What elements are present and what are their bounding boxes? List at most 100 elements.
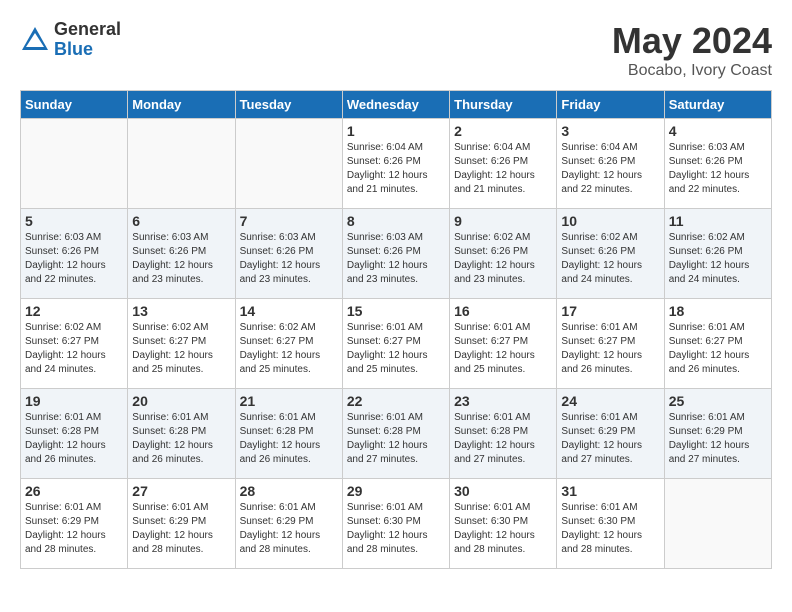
day-number: 7 [240,213,338,229]
month-title: May 2024 [612,20,772,62]
calendar-day-cell: 2 Sunrise: 6:04 AM Sunset: 6:26 PM Daylig… [450,119,557,209]
day-info: Sunrise: 6:01 AM Sunset: 6:30 PM Dayligh… [454,501,552,557]
calendar-week-row: 19 Sunrise: 6:01 AM Sunset: 6:28 PM Dayli… [21,389,772,479]
day-number: 24 [561,393,659,409]
calendar-day-cell: 17 Sunrise: 6:01 AM Sunset: 6:27 PM Dayli… [557,299,664,389]
day-info: Sunrise: 6:04 AM Sunset: 6:26 PM Dayligh… [561,141,659,197]
day-number: 26 [25,483,123,499]
day-info: Sunrise: 6:04 AM Sunset: 6:26 PM Dayligh… [454,141,552,197]
day-number: 30 [454,483,552,499]
day-info: Sunrise: 6:01 AM Sunset: 6:27 PM Dayligh… [561,321,659,377]
day-number: 19 [25,393,123,409]
calendar-day-cell: 26Sunrise: 6:01 AM Sunset: 6:29 PM Dayli… [21,479,128,569]
day-number: 11 [669,213,767,229]
day-number: 14 [240,303,338,319]
weekday-header-row: SundayMondayTuesdayWednesdayThursdayFrid… [21,91,772,119]
calendar-day-cell: 28Sunrise: 6:01 AM Sunset: 6:29 PM Dayli… [235,479,342,569]
day-info: Sunrise: 6:01 AM Sunset: 6:28 PM Dayligh… [240,411,338,467]
calendar-day-cell: 31Sunrise: 6:01 AM Sunset: 6:30 PM Dayli… [557,479,664,569]
day-number: 2 [454,123,552,139]
day-number: 18 [669,303,767,319]
calendar-day-cell: 24 Sunrise: 6:01 AM Sunset: 6:29 PM Dayli… [557,389,664,479]
calendar-week-row: 26 Sunrise: 6:01 AM Sunset: 6:29 PM Dayli… [21,479,772,569]
day-info: Sunrise: 6:03 AM Sunset: 6:26 PM Dayligh… [132,231,230,287]
calendar-day-cell: 18 Sunrise: 6:01 AM Sunset: 6:27 PM Dayli… [664,299,771,389]
day-info: Sunrise: 6:02 AM Sunset: 6:26 PM Dayligh… [669,231,767,287]
day-number: 3 [561,123,659,139]
day-info: Sunrise: 6:01 AM Sunset: 6:28 PM Dayligh… [25,411,123,467]
calendar-day-cell: 11 Sunrise: 6:02 AM Sunset: 6:26 PM Dayli… [664,209,771,299]
calendar-day-cell: 25 Sunrise: 6:01 AM Sunset: 6:29 PM Dayli… [664,389,771,479]
day-number: 6 [132,213,230,229]
calendar-day-cell: 16 Sunrise: 6:01 AM Sunset: 6:27 PM Dayli… [450,299,557,389]
calendar-week-row: 1 Sunrise: 6:04 AM Sunset: 6:26 PM Daylig… [21,119,772,209]
day-number: 1 [347,123,445,139]
day-info: Sunrise: 6:03 AM Sunset: 6:26 PM Dayligh… [347,231,445,287]
logo: General Blue [20,20,121,60]
calendar-day-cell [235,119,342,209]
day-info: Sunrise: 6:02 AM Sunset: 6:27 PM Dayligh… [240,321,338,377]
day-number: 29 [347,483,445,499]
day-number: 25 [669,393,767,409]
day-number: 16 [454,303,552,319]
day-info: Sunrise: 6:01 AM Sunset: 6:28 PM Dayligh… [347,411,445,467]
day-number: 21 [240,393,338,409]
day-number: 5 [25,213,123,229]
day-number: 20 [132,393,230,409]
calendar-day-cell: 23 Sunrise: 6:01 AM Sunset: 6:28 PM Dayli… [450,389,557,479]
calendar-day-cell: 22Sunrise: 6:01 AM Sunset: 6:28 PM Dayli… [342,389,449,479]
weekday-header-thursday: Thursday [450,91,557,119]
day-info: Sunrise: 6:01 AM Sunset: 6:27 PM Dayligh… [669,321,767,377]
calendar-day-cell: 14 Sunrise: 6:02 AM Sunset: 6:27 PM Dayli… [235,299,342,389]
day-info: Sunrise: 6:01 AM Sunset: 6:27 PM Dayligh… [454,321,552,377]
calendar-day-cell: 3 Sunrise: 6:04 AM Sunset: 6:26 PM Daylig… [557,119,664,209]
logo-general-text: General [54,20,121,40]
day-number: 8 [347,213,445,229]
day-info: Sunrise: 6:01 AM Sunset: 6:28 PM Dayligh… [132,411,230,467]
day-number: 23 [454,393,552,409]
calendar-day-cell: 6 Sunrise: 6:03 AM Sunset: 6:26 PM Daylig… [128,209,235,299]
page-header: General Blue May 2024 Bocabo, Ivory Coas… [20,20,772,80]
calendar-week-row: 5 Sunrise: 6:03 AM Sunset: 6:26 PM Daylig… [21,209,772,299]
logo-icon [20,25,50,55]
logo-blue-text: Blue [54,40,121,60]
calendar-day-cell [128,119,235,209]
day-info: Sunrise: 6:01 AM Sunset: 6:30 PM Dayligh… [561,501,659,557]
calendar-day-cell: 30 Sunrise: 6:01 AM Sunset: 6:30 PM Dayli… [450,479,557,569]
calendar-day-cell: 19 Sunrise: 6:01 AM Sunset: 6:28 PM Dayli… [21,389,128,479]
day-number: 9 [454,213,552,229]
day-info: Sunrise: 6:01 AM Sunset: 6:29 PM Dayligh… [669,411,767,467]
weekday-header-wednesday: Wednesday [342,91,449,119]
day-info: Sunrise: 6:02 AM Sunset: 6:27 PM Dayligh… [132,321,230,377]
weekday-header-sunday: Sunday [21,91,128,119]
calendar-day-cell: 9 Sunrise: 6:02 AM Sunset: 6:26 PM Daylig… [450,209,557,299]
calendar-day-cell: 12Sunrise: 6:02 AM Sunset: 6:27 PM Dayli… [21,299,128,389]
calendar-table: SundayMondayTuesdayWednesdayThursdayFrid… [20,90,772,569]
weekday-header-tuesday: Tuesday [235,91,342,119]
calendar-day-cell: 15 Sunrise: 6:01 AM Sunset: 6:27 PM Dayli… [342,299,449,389]
day-info: Sunrise: 6:01 AM Sunset: 6:28 PM Dayligh… [454,411,552,467]
day-info: Sunrise: 6:01 AM Sunset: 6:30 PM Dayligh… [347,501,445,557]
day-info: Sunrise: 6:03 AM Sunset: 6:26 PM Dayligh… [240,231,338,287]
calendar-day-cell: 1 Sunrise: 6:04 AM Sunset: 6:26 PM Daylig… [342,119,449,209]
day-info: Sunrise: 6:01 AM Sunset: 6:29 PM Dayligh… [561,411,659,467]
weekday-header-monday: Monday [128,91,235,119]
day-info: Sunrise: 6:01 AM Sunset: 6:27 PM Dayligh… [347,321,445,377]
calendar-day-cell: 27Sunrise: 6:01 AM Sunset: 6:29 PM Dayli… [128,479,235,569]
day-number: 15 [347,303,445,319]
day-info: Sunrise: 6:02 AM Sunset: 6:26 PM Dayligh… [454,231,552,287]
day-info: Sunrise: 6:03 AM Sunset: 6:26 PM Dayligh… [669,141,767,197]
day-number: 27 [132,483,230,499]
calendar-day-cell [21,119,128,209]
day-info: Sunrise: 6:03 AM Sunset: 6:26 PM Dayligh… [25,231,123,287]
location: Bocabo, Ivory Coast [612,62,772,80]
calendar-day-cell: 20 Sunrise: 6:01 AM Sunset: 6:28 PM Dayli… [128,389,235,479]
day-info: Sunrise: 6:02 AM Sunset: 6:27 PM Dayligh… [25,321,123,377]
day-number: 10 [561,213,659,229]
day-info: Sunrise: 6:04 AM Sunset: 6:26 PM Dayligh… [347,141,445,197]
day-number: 17 [561,303,659,319]
logo-text: General Blue [54,20,121,60]
day-info: Sunrise: 6:01 AM Sunset: 6:29 PM Dayligh… [240,501,338,557]
calendar-day-cell [664,479,771,569]
calendar-day-cell: 7 Sunrise: 6:03 AM Sunset: 6:26 PM Daylig… [235,209,342,299]
